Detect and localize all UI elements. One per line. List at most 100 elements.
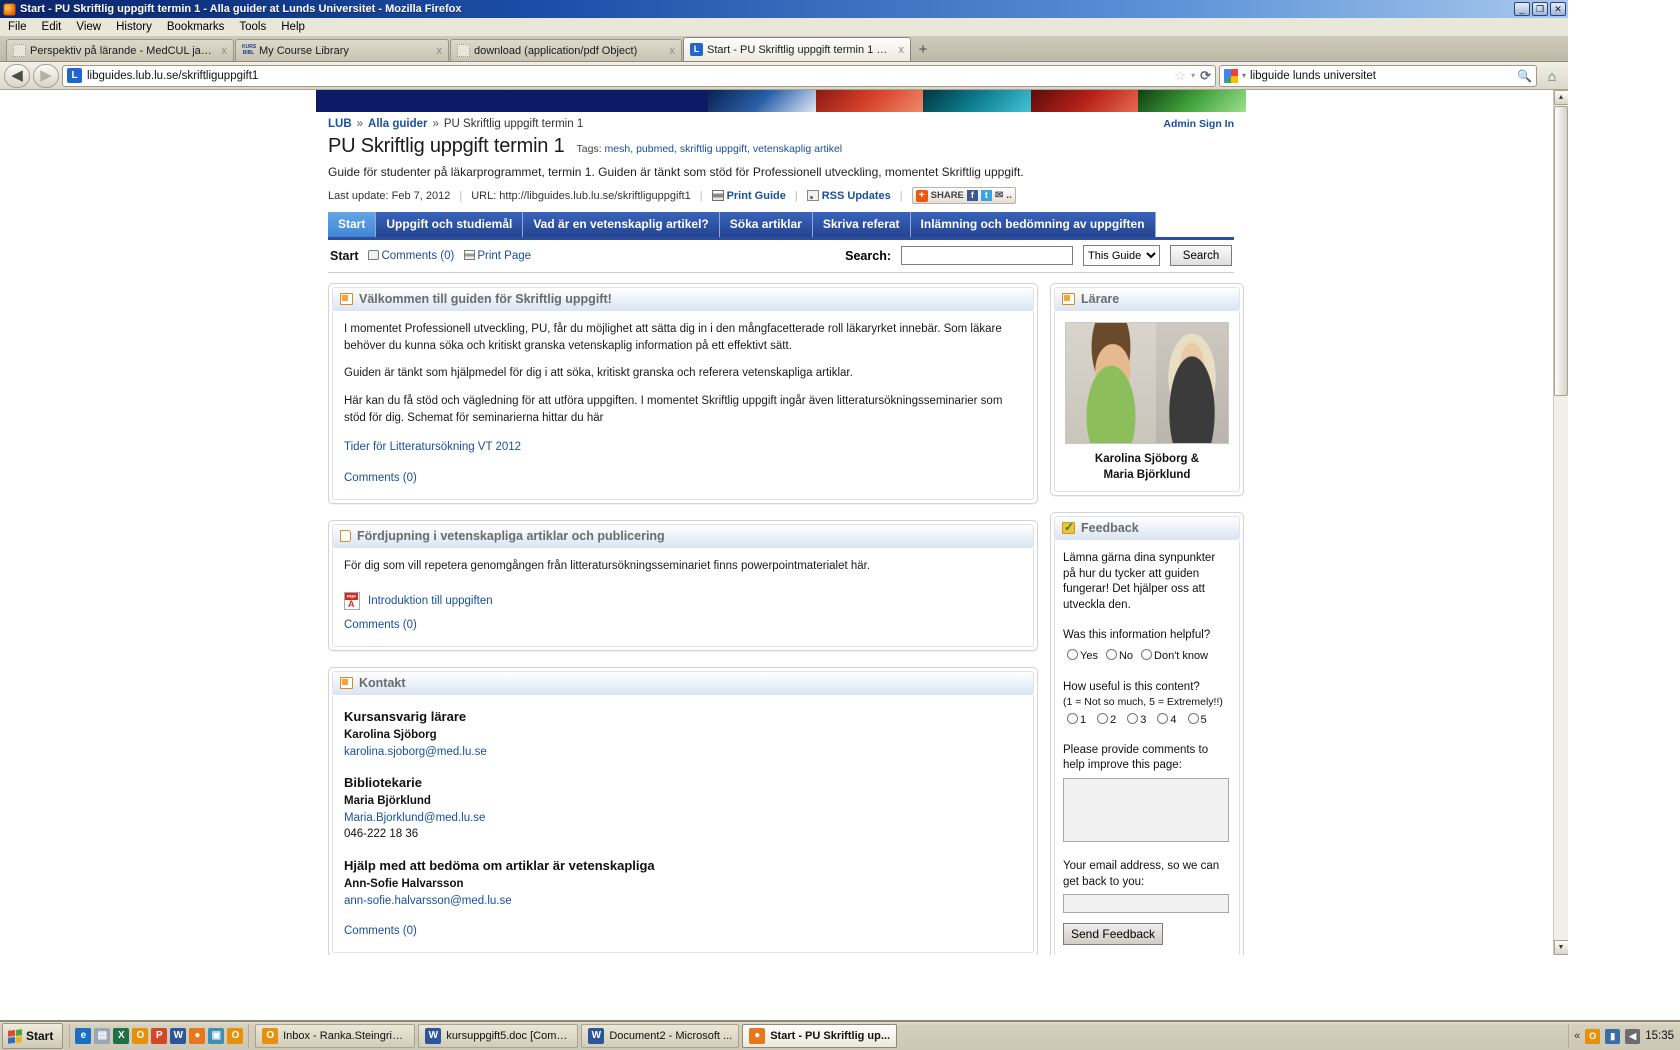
menu-item-view[interactable]: View (76, 21, 101, 33)
minimize-button[interactable]: _ (1514, 2, 1530, 16)
bookmark-star-icon[interactable]: ☆ (1174, 68, 1186, 84)
radio-option-yes[interactable]: Yes (1067, 648, 1098, 665)
share-widget[interactable]: + SHARE f t ✉ .. (911, 187, 1016, 204)
tag-link[interactable]: pubmed (636, 143, 674, 155)
guide-tab-start[interactable]: Start (328, 212, 377, 237)
outlook2-icon[interactable]: O (227, 1028, 244, 1044)
maximize-button[interactable]: ❐ (1532, 2, 1548, 16)
search-scope-select[interactable]: This Guide (1083, 245, 1160, 266)
firefox-icon[interactable]: ● (189, 1028, 206, 1044)
forward-button[interactable]: ▶ (33, 63, 59, 88)
menu-item-bookmarks[interactable]: Bookmarks (167, 21, 225, 33)
box-comments-link[interactable]: Comments (0) (344, 923, 1022, 940)
box-comments-link[interactable]: Comments (0) (344, 617, 1022, 634)
tab-close-icon[interactable]: x (435, 45, 445, 57)
site-identity-icon[interactable]: L (67, 68, 82, 83)
guide-tab-skriva-referat[interactable]: Skriva referat (812, 212, 911, 237)
pdf-document-link[interactable]: Introduktion till uppgiften (368, 593, 493, 610)
radio-option-no[interactable]: No (1105, 648, 1133, 665)
twitter-icon[interactable]: t (980, 190, 992, 201)
radio-2[interactable] (1097, 712, 1109, 724)
photo-icon[interactable]: ▣ (208, 1028, 225, 1044)
email-icon[interactable]: ✉ (995, 190, 1003, 201)
network-tray-icon[interactable]: ▮ (1605, 1028, 1621, 1044)
scroll-up-arrow[interactable]: ▲ (1553, 90, 1568, 105)
feedback-comments-textarea[interactable] (1063, 777, 1229, 842)
pdf-link-row[interactable]: Introduktion till uppgiften (344, 592, 1022, 611)
reload-icon[interactable]: ⟳ (1200, 68, 1211, 84)
browser-tab-3[interactable]: download (application/pdf Object) x (450, 39, 682, 61)
tab-close-icon[interactable]: x (897, 44, 907, 56)
search-bar[interactable]: ▾ libguide lunds universitet 🔍 (1219, 64, 1537, 87)
radio-option-2[interactable]: 2 (1097, 712, 1116, 729)
guide-tab-soka-artiklar[interactable]: Söka artiklar (719, 212, 813, 237)
search-input[interactable] (901, 246, 1073, 265)
word-icon[interactable]: W (170, 1028, 187, 1044)
taskbar-item-firefox[interactable]: ● Start - PU Skriftlig up... (742, 1024, 898, 1048)
share-more-icon[interactable]: .. (1006, 190, 1012, 201)
menu-item-history[interactable]: History (116, 21, 152, 33)
tab-close-icon[interactable]: x (220, 45, 230, 57)
facebook-icon[interactable]: f (966, 190, 978, 201)
excel-icon[interactable]: X (113, 1028, 130, 1044)
breadcrumb-section[interactable]: Alla guider (368, 118, 427, 130)
send-feedback-button[interactable]: Send Feedback (1063, 923, 1164, 946)
radio-option-4[interactable]: 4 (1157, 712, 1177, 729)
guide-tab-inlamning-och-bedomning[interactable]: Inlämning och bedömning av uppgiften (910, 212, 1156, 237)
admin-sign-in-link[interactable]: Admin Sign In (1163, 118, 1234, 130)
page-comments-link[interactable]: Comments (0) (381, 250, 454, 262)
internet-explorer-icon[interactable]: e (75, 1028, 92, 1044)
home-icon[interactable]: ⌂ (1540, 64, 1564, 88)
outlook-icon[interactable]: O (132, 1028, 149, 1044)
chevron-down-icon[interactable]: ▾ (1242, 71, 1246, 80)
tag-link[interactable]: vetenskaplig artikel (753, 143, 842, 155)
radio-dont-know[interactable] (1141, 648, 1153, 660)
powerpoint-icon[interactable]: P (151, 1028, 168, 1044)
tag-link[interactable]: mesh (605, 143, 631, 155)
scroll-down-arrow[interactable]: ▼ (1553, 940, 1568, 955)
browser-tab-2[interactable]: KURS BIBL My Course Library x (235, 39, 449, 61)
search-button[interactable]: Search (1170, 245, 1232, 266)
guide-tab-vad-ar-en-vetenskaplig-artikel[interactable]: Vad är en vetenskaplig artikel? (523, 212, 720, 237)
contact-email-link[interactable]: Maria.Bjorklund@med.lu.se (344, 810, 1022, 827)
radio-option-3[interactable]: 3 (1127, 712, 1146, 729)
radio-option-dont-know[interactable]: Don't know (1141, 648, 1208, 665)
radio-5[interactable] (1187, 712, 1199, 724)
tray-expand-icon[interactable]: « (1574, 1030, 1580, 1042)
menu-item-tools[interactable]: Tools (239, 21, 266, 33)
litteratursokning-link[interactable]: Tider för Litteratursökning VT 2012 (344, 439, 521, 456)
box-comments-link[interactable]: Comments (0) (344, 470, 1022, 487)
vertical-scrollbar[interactable]: ▲ ▼ (1553, 90, 1568, 955)
print-page-link[interactable]: Print Page (477, 250, 531, 262)
show-desktop-icon[interactable]: ▤ (94, 1028, 111, 1044)
radio-option-1[interactable]: 1 (1067, 712, 1086, 729)
tab-close-icon[interactable]: x (668, 45, 678, 57)
menu-item-help[interactable]: Help (281, 21, 305, 33)
comments-link-wrap[interactable]: Comments (0) (368, 249, 454, 262)
taskbar-clock[interactable]: 15:35 (1645, 1030, 1674, 1042)
menu-item-edit[interactable]: Edit (42, 21, 62, 33)
contact-email-link[interactable]: ann-sofie.halvarsson@med.lu.se (344, 893, 1022, 910)
volume-tray-icon[interactable]: ◀ (1625, 1028, 1641, 1044)
taskbar-item-outlook[interactable]: O Inbox - Ranka.Steingrim... (255, 1024, 416, 1048)
print-page-link-wrap[interactable]: Print Page (464, 249, 531, 262)
radio-no[interactable] (1105, 648, 1117, 660)
feedback-email-input[interactable] (1063, 894, 1229, 914)
back-button[interactable]: ◀ (4, 63, 30, 88)
search-icon[interactable]: 🔍 (1517, 69, 1532, 83)
start-button[interactable]: Start (2, 1023, 64, 1049)
guide-tab-uppgift-och-studiemal[interactable]: Uppgift och studiemål (376, 212, 524, 237)
taskbar-item-kursuppgift5[interactable]: W kursuppgift5.doc [Comp... (418, 1024, 579, 1048)
address-bar[interactable]: L libguides.lub.lu.se/skriftliguppgift1 … (62, 64, 1216, 87)
chevron-down-icon[interactable]: ▾ (1191, 71, 1195, 80)
radio-option-5[interactable]: 5 (1187, 712, 1207, 729)
radio-yes[interactable] (1067, 648, 1078, 660)
menu-item-file[interactable]: File (8, 21, 27, 33)
browser-tab-4[interactable]: L Start - PU Skriftlig uppgift termin 1 … (683, 37, 911, 61)
contact-email-link[interactable]: karolina.sjoborg@med.lu.se (344, 744, 1022, 761)
radio-4[interactable] (1157, 712, 1169, 724)
outlook-tray-icon[interactable]: O (1585, 1028, 1601, 1044)
close-button[interactable]: ✕ (1550, 2, 1566, 16)
radio-3[interactable] (1127, 712, 1139, 724)
scrollbar-thumb[interactable] (1554, 106, 1568, 396)
